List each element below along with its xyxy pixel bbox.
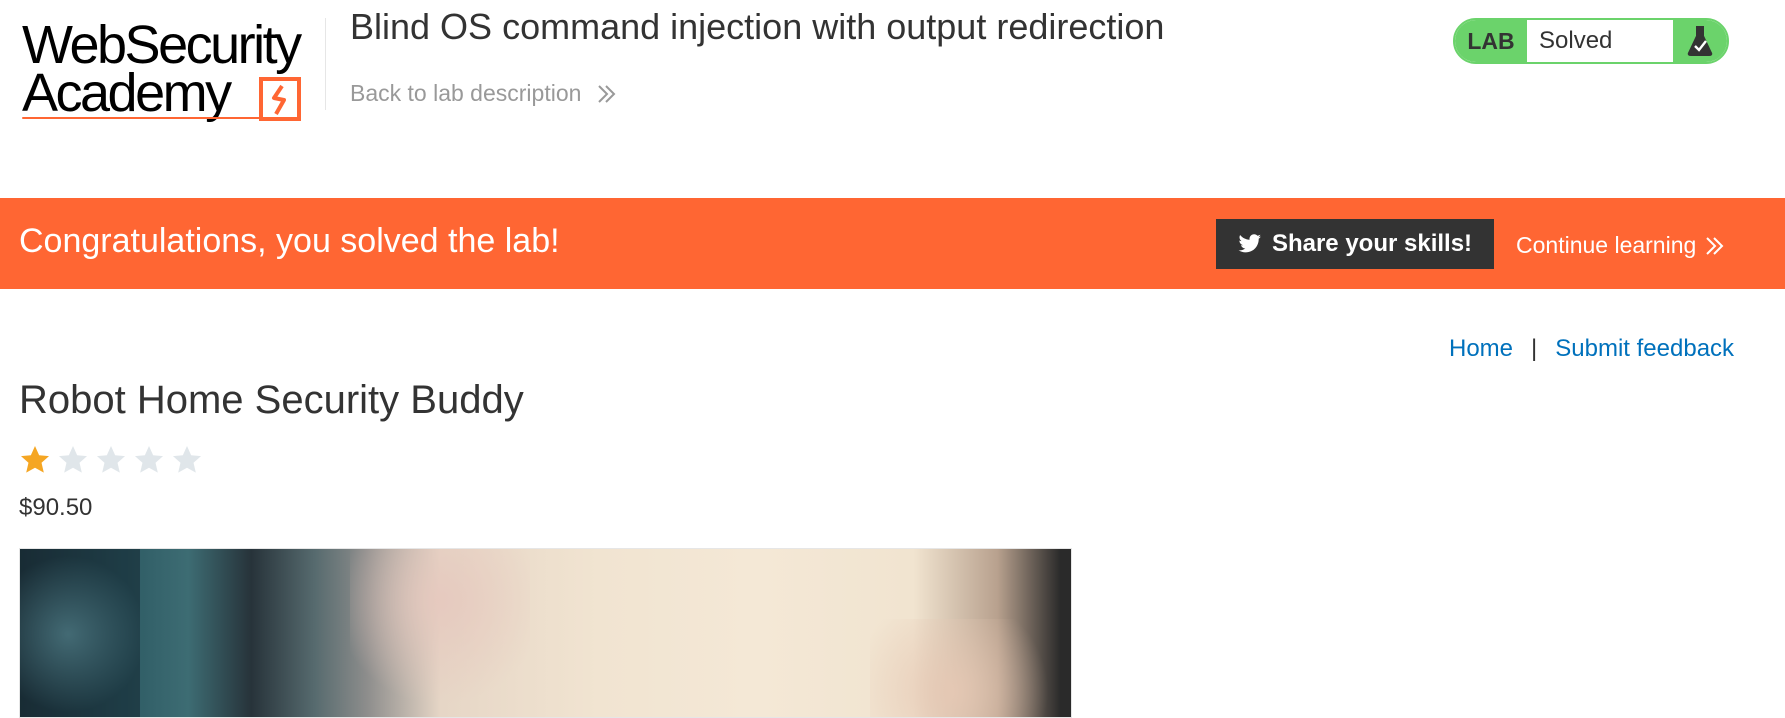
congratulations-message: Congratulations, you solved the lab! xyxy=(19,222,560,260)
back-link-label: Back to lab description xyxy=(350,80,582,106)
lab-title: Blind OS command injection with output r… xyxy=(350,6,1165,47)
lab-status-badge: LAB Solved xyxy=(1453,18,1729,64)
logo-bolt-icon xyxy=(259,77,301,121)
lab-header: WebSecurity Academy Blind OS command inj… xyxy=(0,0,1785,198)
image-region xyxy=(870,619,1070,717)
flask-check-icon xyxy=(1673,20,1727,62)
double-chevron-right-icon xyxy=(598,84,616,103)
home-link[interactable]: Home xyxy=(1449,335,1513,363)
star-empty-icon xyxy=(173,446,201,473)
star-filled-icon xyxy=(21,446,49,473)
product-rating xyxy=(19,444,203,476)
logo-underline xyxy=(22,117,292,119)
twitter-bird-icon xyxy=(1238,234,1261,253)
web-security-academy-logo[interactable]: WebSecurity Academy xyxy=(18,14,318,124)
product-title: Robot Home Security Buddy xyxy=(19,378,524,422)
continue-learning-label: Continue learning xyxy=(1516,232,1697,258)
share-skills-button[interactable]: Share your skills! xyxy=(1216,219,1494,269)
product-image xyxy=(19,548,1072,718)
logo-text-line2: Academy xyxy=(22,63,232,123)
header-divider xyxy=(325,18,326,110)
image-region xyxy=(20,549,140,717)
lab-solved-banner: Congratulations, you solved the lab! Sha… xyxy=(0,198,1785,289)
continue-learning-link[interactable]: Continue learning xyxy=(1516,232,1724,259)
lab-tag: LAB xyxy=(1455,20,1527,62)
lab-status-text: Solved xyxy=(1539,27,1613,54)
top-navigation: Home | Submit feedback xyxy=(1449,335,1734,363)
double-chevron-right-icon xyxy=(1706,236,1724,255)
submit-feedback-link[interactable]: Submit feedback xyxy=(1555,335,1734,363)
back-to-lab-description-link[interactable]: Back to lab description xyxy=(350,80,617,107)
image-region xyxy=(350,549,530,717)
product-price: $90.50 xyxy=(19,494,93,521)
star-empty-icon xyxy=(97,446,125,473)
nav-separator: | xyxy=(1531,335,1538,362)
share-skills-label: Share your skills! xyxy=(1271,230,1473,257)
star-empty-icon xyxy=(59,446,87,473)
star-empty-icon xyxy=(135,446,163,473)
